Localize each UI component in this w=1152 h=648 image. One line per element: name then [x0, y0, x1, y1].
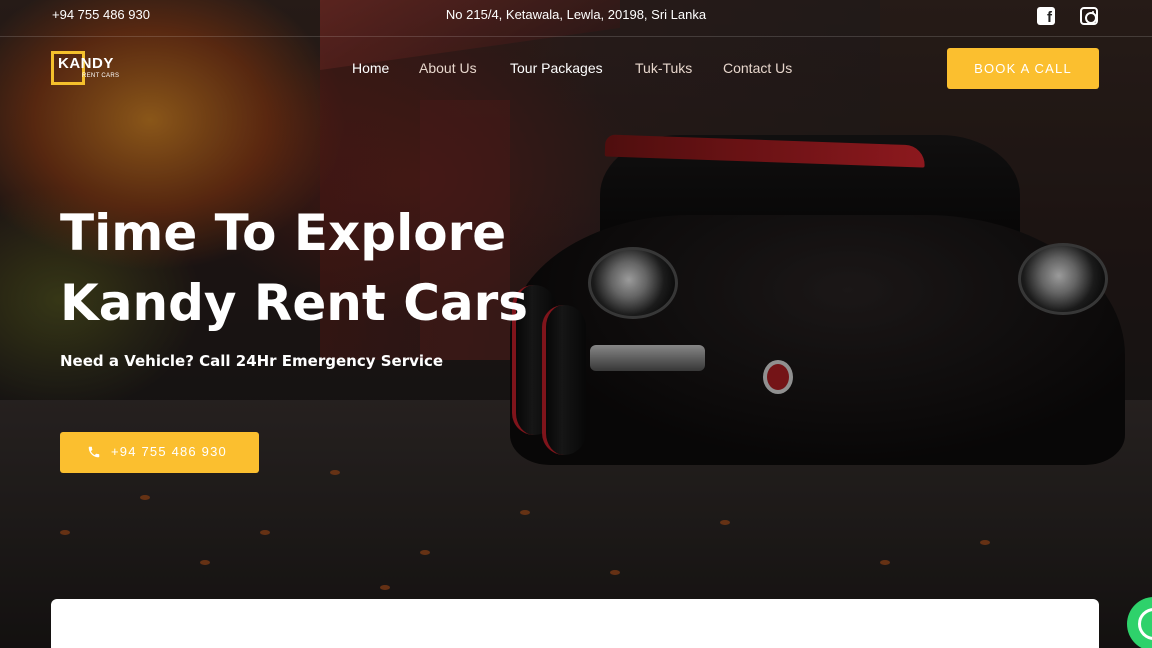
- phone-icon: [88, 446, 100, 458]
- nav-item-tour-packages[interactable]: Tour Packages: [510, 60, 603, 76]
- brand-logo[interactable]: KANDY RENT CARS: [51, 51, 121, 85]
- call-phone-button[interactable]: +94 755 486 930: [60, 432, 259, 473]
- book-a-call-button[interactable]: BOOK A CALL: [947, 48, 1099, 89]
- logo-name: KANDY: [58, 55, 114, 72]
- hero-title-line-2: Kandy Rent Cars: [60, 274, 529, 332]
- booking-card: [51, 599, 1099, 648]
- top-bar: +94 755 486 930 No 215/4, Ketawala, Lewl…: [0, 0, 1152, 37]
- facebook-icon[interactable]: f: [1037, 7, 1055, 26]
- topbar-address: No 215/4, Ketawala, Lewla, 20198, Sri La…: [445, 7, 707, 22]
- nav-item-about-us[interactable]: About Us: [419, 60, 477, 76]
- nav-item-tuk-tuks[interactable]: Tuk-Tuks: [635, 60, 692, 76]
- hero-subtitle: Need a Vehicle? Call 24Hr Emergency Serv…: [60, 352, 444, 370]
- instagram-icon[interactable]: [1080, 7, 1098, 25]
- nav-item-home[interactable]: Home: [352, 60, 389, 76]
- call-button-label: +94 755 486 930: [111, 444, 227, 459]
- nav-item-contact-us[interactable]: Contact Us: [723, 60, 792, 76]
- hero-title: Time To Explore Kandy Rent Cars: [60, 198, 580, 338]
- hero-title-line-1: Time To Explore: [60, 204, 507, 262]
- logo-tagline: RENT CARS: [82, 73, 120, 79]
